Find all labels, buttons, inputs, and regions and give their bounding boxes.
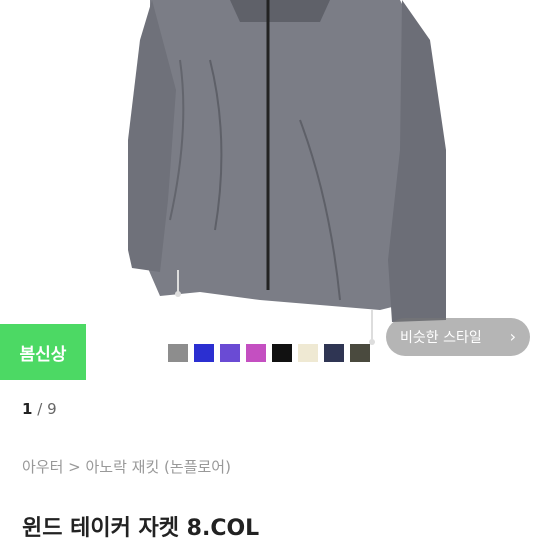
color-swatches <box>168 344 370 362</box>
new-arrival-badge: 봄신상 <box>0 324 86 380</box>
breadcrumb[interactable]: 아우터 > 아노락 재킷 (논플로어) <box>22 456 231 477</box>
color-swatch[interactable] <box>298 344 318 362</box>
pager-separator: / <box>37 400 43 418</box>
product-title: 윈드 테이커 자켓 8.COL <box>22 516 260 541</box>
pager-current: 1 <box>22 400 33 418</box>
color-swatch[interactable] <box>194 344 214 362</box>
color-swatch[interactable] <box>220 344 240 362</box>
color-swatch[interactable] <box>350 344 370 362</box>
color-swatch[interactable] <box>324 344 344 362</box>
similar-style-button[interactable]: 비슷한 스타일 › <box>386 318 530 356</box>
pager-total: 9 <box>47 400 57 418</box>
chevron-right-icon: › <box>509 327 516 346</box>
color-swatch[interactable] <box>246 344 266 362</box>
image-pager: 1 / 9 <box>22 400 57 418</box>
color-swatch[interactable] <box>168 344 188 362</box>
similar-style-label: 비슷한 스타일 <box>400 330 482 346</box>
color-swatch[interactable] <box>272 344 292 362</box>
